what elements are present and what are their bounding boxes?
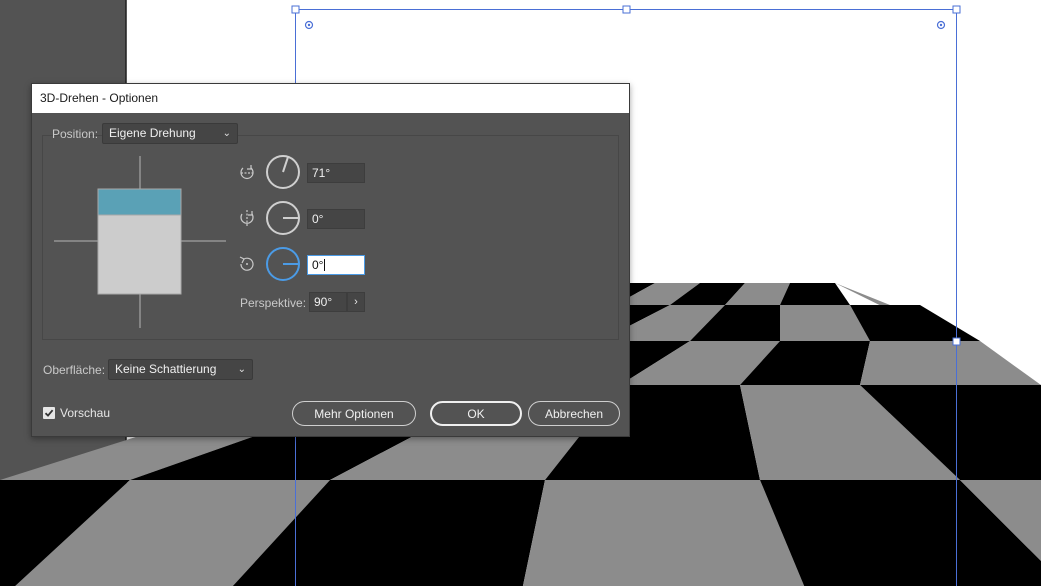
perspective-slider-button[interactable]: › — [347, 292, 365, 312]
checker-tile — [522, 480, 805, 586]
surface-dropdown-value: Keine Schattierung — [115, 362, 217, 376]
corner-widget-dot-left — [307, 23, 311, 27]
x-axis-rotate-icon — [240, 165, 254, 179]
z-rotation-dial[interactable] — [265, 246, 301, 282]
dialog-title: 3D-Drehen - Optionen — [32, 84, 629, 113]
selection-handle-top-right[interactable] — [952, 5, 961, 14]
y-axis-rotate-icon — [240, 210, 254, 226]
chevron-right-icon: › — [354, 296, 358, 308]
surface-label: Oberfläche: — [43, 363, 106, 377]
z-axis-rotate-icon — [239, 256, 254, 271]
cube-front-face — [97, 213, 182, 295]
z-rotation-field[interactable]: 0° — [307, 255, 365, 275]
chevron-down-icon: ⌄ — [237, 364, 246, 375]
perspective-label: Perspektive: — [240, 296, 307, 310]
selection-handle-middle-right[interactable] — [952, 337, 961, 346]
position-label: Position: — [52, 127, 99, 141]
position-dropdown-value: Eigene Drehung — [109, 126, 196, 140]
preview-label: Vorschau — [60, 406, 111, 420]
position-dropdown[interactable]: Eigene Drehung ⌄ — [102, 123, 238, 144]
y-rotation-dial[interactable] — [265, 200, 301, 236]
ok-button[interactable]: OK — [430, 401, 522, 426]
rotate-3d-options-dialog: 3D-Drehen - Optionen Position: Eigene Dr… — [31, 83, 630, 437]
z-rotation-value: 0° — [312, 258, 324, 272]
cube-top-face — [97, 188, 182, 216]
more-options-button[interactable]: Mehr Optionen — [292, 401, 416, 426]
checkmark-icon — [44, 409, 54, 417]
perspective-field[interactable]: 90° — [309, 292, 347, 312]
text-caret — [324, 259, 326, 271]
selection-handle-top-left[interactable] — [291, 5, 300, 14]
surface-dropdown[interactable]: Keine Schattierung ⌄ — [108, 359, 253, 380]
preview-checkbox[interactable] — [43, 407, 55, 419]
y-rotation-field[interactable]: 0° — [307, 209, 365, 229]
cancel-button[interactable]: Abbrechen — [528, 401, 620, 426]
cube-preview[interactable] — [54, 156, 226, 328]
selection-handle-top-center[interactable] — [622, 5, 631, 14]
x-rotation-dial[interactable] — [265, 154, 301, 190]
corner-widget-dot-right — [939, 23, 943, 27]
chevron-down-icon: ⌄ — [222, 128, 231, 139]
x-rotation-field[interactable]: 71° — [307, 163, 365, 183]
